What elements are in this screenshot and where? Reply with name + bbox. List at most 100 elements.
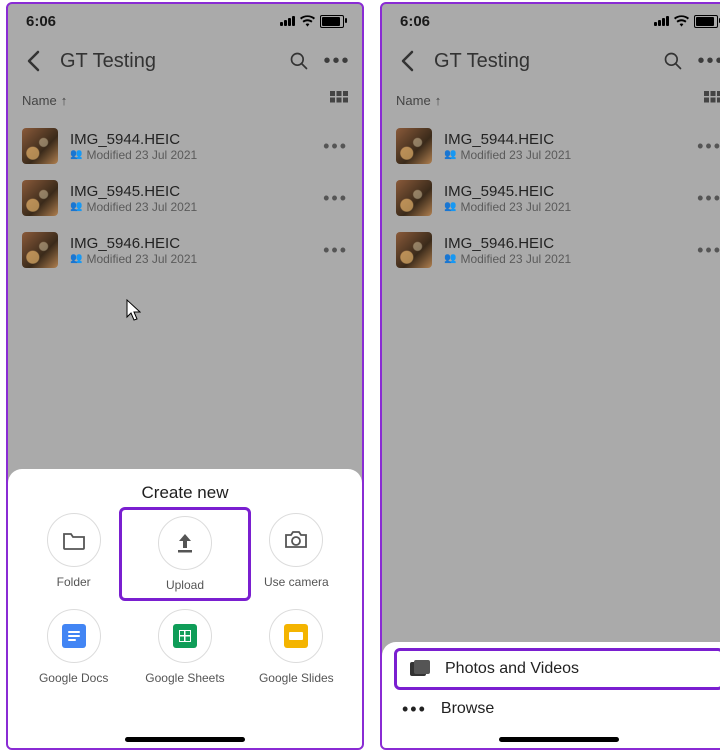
file-subtitle: Modified 23 Jul 2021	[86, 200, 197, 214]
battery-icon	[320, 15, 344, 28]
grid-view-icon[interactable]	[704, 91, 720, 109]
create-new-sheet: Create new Folder Upload Use camera Goog…	[8, 469, 362, 748]
camera-icon	[283, 530, 309, 550]
file-name: IMG_5946.HEIC	[70, 235, 311, 252]
file-more-icon[interactable]: •••	[323, 136, 348, 157]
sort-direction-icon: ↑	[61, 93, 68, 108]
file-row[interactable]: IMG_5946.HEIC 👥 Modified 23 Jul 2021 •••	[382, 224, 720, 276]
sort-button[interactable]: Name ↑	[396, 93, 441, 108]
sort-bar: Name ↑	[8, 84, 362, 116]
cellular-icon	[654, 16, 669, 26]
shared-icon: 👥	[444, 149, 456, 160]
home-indicator[interactable]	[125, 737, 245, 742]
photos-videos-button[interactable]: Photos and Videos	[394, 648, 720, 690]
file-subtitle: Modified 23 Jul 2021	[86, 148, 197, 162]
file-thumbnail	[396, 128, 432, 164]
folder-title: GT Testing	[434, 50, 646, 73]
file-thumbnail	[22, 180, 58, 216]
photos-videos-label: Photos and Videos	[445, 660, 579, 678]
file-thumbnail	[396, 180, 432, 216]
upload-picker-sheet: Photos and Videos ••• Browse	[382, 642, 720, 748]
shared-icon: 👥	[70, 201, 82, 212]
search-icon[interactable]	[288, 50, 310, 72]
create-slides-label: Google Slides	[259, 671, 334, 685]
file-row[interactable]: IMG_5946.HEIC 👥 Modified 23 Jul 2021 •••	[8, 224, 362, 276]
create-upload-label: Upload	[166, 578, 204, 592]
file-row[interactable]: IMG_5945.HEIC 👥 Modified 23 Jul 2021 •••	[8, 172, 362, 224]
status-icons	[280, 15, 344, 28]
status-time: 6:06	[400, 13, 430, 30]
more-icon[interactable]: •••	[700, 50, 720, 72]
file-more-icon[interactable]: •••	[323, 240, 348, 261]
file-row[interactable]: IMG_5944.HEIC 👥 Modified 23 Jul 2021 •••	[8, 120, 362, 172]
sort-label: Name	[22, 93, 57, 108]
file-more-icon[interactable]: •••	[323, 188, 348, 209]
slides-icon	[284, 624, 308, 648]
wifi-icon	[674, 15, 689, 27]
file-subtitle: Modified 23 Jul 2021	[460, 148, 571, 162]
grid-view-icon[interactable]	[330, 91, 348, 109]
folder-icon	[62, 530, 86, 550]
status-time: 6:06	[26, 13, 56, 30]
file-thumbnail	[396, 232, 432, 268]
file-more-icon[interactable]: •••	[697, 136, 720, 157]
phone-screenshot-left: 6:06 GT Testing ••• Name ↑ IMG_5944.HEIC	[6, 2, 364, 750]
sheets-icon	[173, 624, 197, 648]
file-more-icon[interactable]: •••	[697, 188, 720, 209]
file-name: IMG_5944.HEIC	[70, 131, 311, 148]
create-upload-button[interactable]: Upload	[119, 507, 250, 601]
sort-direction-icon: ↑	[435, 93, 442, 108]
file-thumbnail	[22, 128, 58, 164]
file-subtitle: Modified 23 Jul 2021	[460, 200, 571, 214]
file-name: IMG_5944.HEIC	[444, 131, 685, 148]
file-subtitle: Modified 23 Jul 2021	[460, 252, 571, 266]
home-indicator[interactable]	[499, 737, 619, 742]
file-row[interactable]: IMG_5945.HEIC 👥 Modified 23 Jul 2021 •••	[382, 172, 720, 224]
status-icons	[654, 15, 718, 28]
mouse-cursor-icon	[126, 299, 141, 321]
sort-bar: Name ↑	[382, 84, 720, 116]
browse-button[interactable]: ••• Browse	[382, 690, 720, 728]
back-icon[interactable]	[396, 50, 418, 72]
create-slides-button[interactable]: Google Slides	[241, 609, 352, 685]
app-bar: GT Testing •••	[8, 38, 362, 84]
create-camera-button[interactable]: Use camera	[241, 513, 352, 595]
sort-label: Name	[396, 93, 431, 108]
file-list: IMG_5944.HEIC 👥Modified 23 Jul 2021 ••• …	[382, 116, 720, 276]
upload-icon	[175, 532, 195, 554]
phone-screenshot-right: 6:06 GT Testing ••• Name ↑ IMG_5944.HEIC	[380, 2, 720, 750]
shared-icon: 👥	[70, 149, 82, 160]
create-sheets-label: Google Sheets	[145, 671, 224, 685]
more-icon[interactable]: •••	[326, 50, 348, 72]
file-name: IMG_5946.HEIC	[444, 235, 685, 252]
file-name: IMG_5945.HEIC	[444, 183, 685, 200]
file-name: IMG_5945.HEIC	[70, 183, 311, 200]
shared-icon: 👥	[444, 201, 456, 212]
search-icon[interactable]	[662, 50, 684, 72]
photos-icon	[409, 659, 431, 679]
battery-icon	[694, 15, 718, 28]
create-folder-label: Folder	[57, 575, 91, 589]
file-subtitle: Modified 23 Jul 2021	[86, 252, 197, 266]
docs-icon	[62, 624, 86, 648]
sort-button[interactable]: Name ↑	[22, 93, 67, 108]
create-docs-button[interactable]: Google Docs	[18, 609, 129, 685]
file-thumbnail	[22, 232, 58, 268]
create-sheets-button[interactable]: Google Sheets	[129, 609, 240, 685]
create-docs-label: Google Docs	[39, 671, 108, 685]
shared-icon: 👥	[70, 253, 82, 264]
back-icon[interactable]	[22, 50, 44, 72]
shared-icon: 👥	[444, 253, 456, 264]
status-bar: 6:06	[8, 4, 362, 38]
browse-label: Browse	[441, 700, 494, 718]
app-bar: GT Testing •••	[382, 38, 720, 84]
folder-title: GT Testing	[60, 50, 272, 73]
create-folder-button[interactable]: Folder	[18, 513, 129, 595]
wifi-icon	[300, 15, 315, 27]
sheet-title: Create new	[8, 483, 362, 503]
file-list: IMG_5944.HEIC 👥Modified 23 Jul 2021 ••• …	[8, 116, 362, 276]
cellular-icon	[280, 16, 295, 26]
file-more-icon[interactable]: •••	[697, 240, 720, 261]
status-bar: 6:06	[382, 4, 720, 38]
file-row[interactable]: IMG_5944.HEIC 👥 Modified 23 Jul 2021 •••	[382, 120, 720, 172]
